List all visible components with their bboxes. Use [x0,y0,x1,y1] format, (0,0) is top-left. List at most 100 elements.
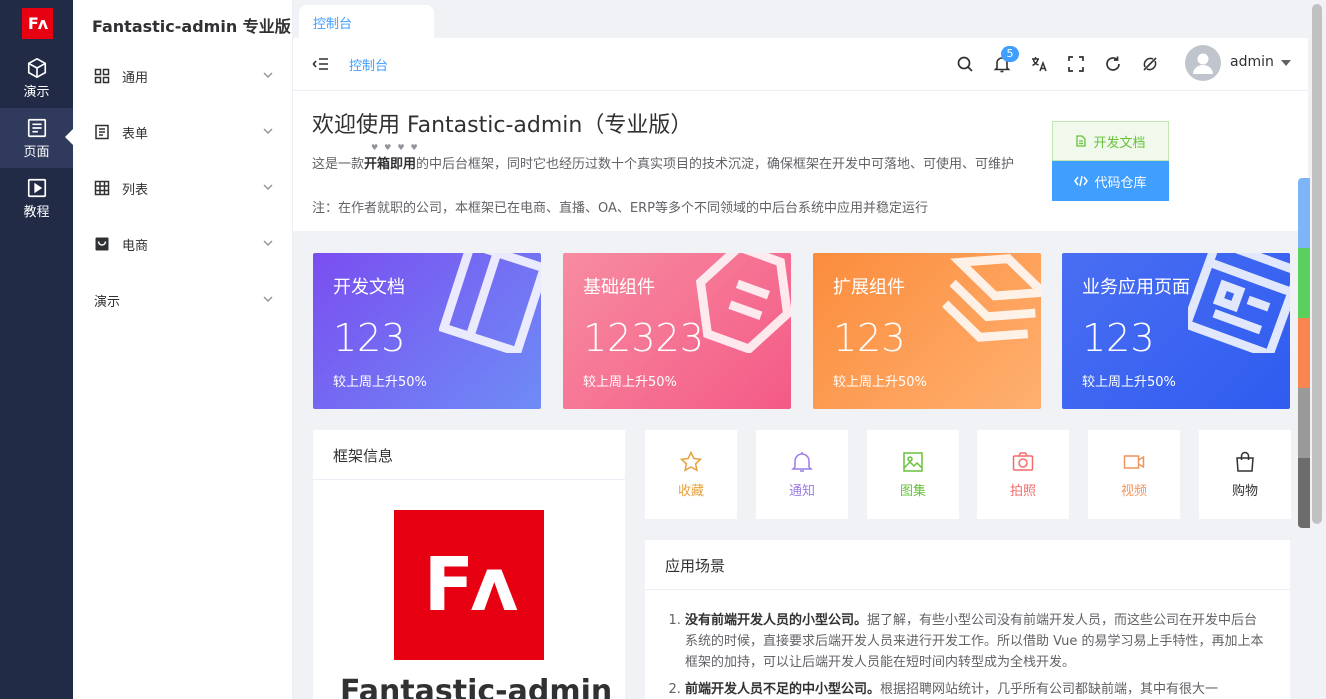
docs-button-label: 开发文档 [1093,135,1146,151]
scenes-list: 没有前端开发人员的小型公司。据了解，有些小型公司没有前端开发人员，而这些公司在开… [645,590,1290,699]
stat-value: 123 [1082,316,1155,360]
stat-card-docs[interactable]: 开发文档 123 较上周上升50% [313,253,541,409]
tab-dashboard[interactable]: 控制台 [299,5,434,38]
theme-swatch-orange[interactable] [1298,318,1310,388]
grid-icon [94,68,110,84]
docs-button[interactable]: 开发文档 [1052,121,1169,161]
sidebar-item-demo[interactable]: 演示 [73,272,293,328]
star-icon [679,450,703,472]
framework-info-card: 框架信息 Fʌ Fantastic-admin [313,430,625,699]
theme-swatch-dark[interactable] [1298,458,1310,528]
search-icon[interactable] [956,55,974,73]
page-icon [27,118,46,137]
chevron-down-icon [263,128,273,134]
sidebar-item-general[interactable]: 通用 [73,48,293,104]
stat-value: 123 [833,316,906,360]
play-icon [27,178,46,197]
stat-title: 业务应用页面 [1082,277,1190,298]
framework-logo: Fʌ [394,510,544,660]
quick-link-camera[interactable]: 拍照 [977,430,1069,519]
rail-item-page[interactable]: 页面 [0,108,73,168]
repo-button-label: 代码仓库 [1094,175,1147,191]
rail-item-label: 教程 [23,204,50,220]
app-logo[interactable]: Fʌ [22,8,53,39]
translate-icon[interactable] [1030,55,1048,73]
camera-icon [1012,452,1034,471]
sidebar-item-shop[interactable]: 电商 [73,216,293,272]
quick-link-shopping[interactable]: 购物 [1199,430,1291,519]
scene-heading: 没有前端开发人员的小型公司。 [685,613,868,628]
page-title: 欢迎使用 Fantastic-admin（专业版） [312,113,693,138]
window-icon [1188,253,1290,353]
desc-bold: 开箱即用 [364,157,417,172]
username[interactable]: admin [1230,54,1274,70]
refresh-icon[interactable] [1104,55,1122,73]
quick-link-label: 收藏 [677,484,704,499]
collapse-menu-icon[interactable] [312,55,330,73]
form-icon [95,124,109,140]
sidebar-item-label: 表单 [122,126,149,142]
stat-value: 123 [333,316,406,360]
hexagon-icon [695,253,791,353]
rail-item-tutorial[interactable]: 教程 [0,168,73,228]
stat-card-business-pages[interactable]: 业务应用页面 123 较上周上升50% [1062,253,1290,409]
tabs-bar: 控制台 [293,0,1308,38]
video-icon [1123,455,1145,469]
quick-link-notice[interactable]: 通知 [756,430,848,519]
list-item: 没有前端开发人员的小型公司。据了解，有些小型公司没有前端开发人员，而这些公司在开… [685,610,1266,673]
sidebar-title: Fantastic-admin 专业版 [92,17,291,36]
breadcrumb[interactable]: 控制台 [349,55,388,74]
theme-icon[interactable] [1141,55,1159,73]
sidebar-item-label: 列表 [122,182,149,198]
list-item: 前端开发人员不足的中小型公司。根据招聘网站统计，几乎所有公司都缺前端，其中有很大… [685,679,1266,699]
quick-link-gallery[interactable]: 图集 [867,430,959,519]
sidebar-item-form[interactable]: 表单 [73,104,293,160]
main-rail: Fʌ 演示 页面 教程 [0,0,73,699]
theme-swatch-blue[interactable] [1298,178,1310,248]
quick-link-label: 购物 [1231,484,1258,499]
quick-link-video[interactable]: 视频 [1088,430,1180,519]
fullscreen-icon[interactable] [1067,55,1085,73]
desc-suffix: 的中后台框架，同时它也经历过数十个真实项目的技术沉淀，确保框架在开发中可落地、可… [416,157,1015,172]
shop-icon [95,237,109,251]
layout-icon [439,253,541,353]
desc-prefix: 这是一款 [312,157,365,172]
user-icon [1193,53,1213,74]
stat-trend: 较上周上升50% [833,375,927,390]
chevron-down-icon [263,184,273,190]
welcome-panel: 欢迎使用 Fantastic-admin（专业版） ♥♥♥♥ 这是一款开箱即用的… [293,90,1308,231]
quick-link-label: 拍照 [1009,484,1036,499]
stat-trend: 较上周上升50% [1082,375,1176,390]
chevron-down-icon [263,72,273,78]
stat-title: 基础组件 [583,277,655,298]
welcome-description: 这是一款开箱即用的中后台框架，同时它也经历过数十个真实项目的技术沉淀，确保框架在… [312,155,1052,175]
sidebar: Fantastic-admin 专业版 通用 表单 列表 电商 演示 [73,0,293,699]
theme-swatch-green[interactable] [1298,248,1310,318]
repo-button[interactable]: 代码仓库 [1052,161,1169,201]
rail-item-label: 页面 [23,144,50,160]
layers-icon [942,254,1041,342]
scenes-card: 应用场景 没有前端开发人员的小型公司。据了解，有些小型公司没有前端开发人员，而这… [645,540,1290,699]
cube-icon [27,57,46,78]
stat-value: 12323 [583,316,704,360]
sidebar-item-list[interactable]: 列表 [73,160,293,216]
avatar[interactable] [1185,45,1221,81]
active-indicator [65,129,73,145]
stat-title: 扩展组件 [833,277,905,298]
sidebar-item-label: 电商 [122,238,149,254]
rail-item-label: 演示 [23,84,50,100]
scrollbar-thumb[interactable] [1312,4,1322,524]
sidebar-item-label: 通用 [122,70,149,86]
rail-item-demo[interactable]: 演示 [0,48,73,108]
bag-icon [1236,451,1254,472]
theme-swatch-gray[interactable] [1298,388,1310,458]
framework-name: Fantastic-admin [340,674,613,699]
quick-link-favorites[interactable]: 收藏 [645,430,737,519]
caret-down-icon[interactable] [1281,60,1291,66]
stat-card-extended-components[interactable]: 扩展组件 123 较上周上升50% [813,253,1041,409]
bell-icon [791,452,813,472]
stat-trend: 较上周上升50% [583,375,677,390]
stat-card-basic-components[interactable]: 基础组件 12323 较上周上升50% [563,253,791,409]
chevron-down-icon [263,296,273,302]
stat-title: 开发文档 [333,277,405,298]
